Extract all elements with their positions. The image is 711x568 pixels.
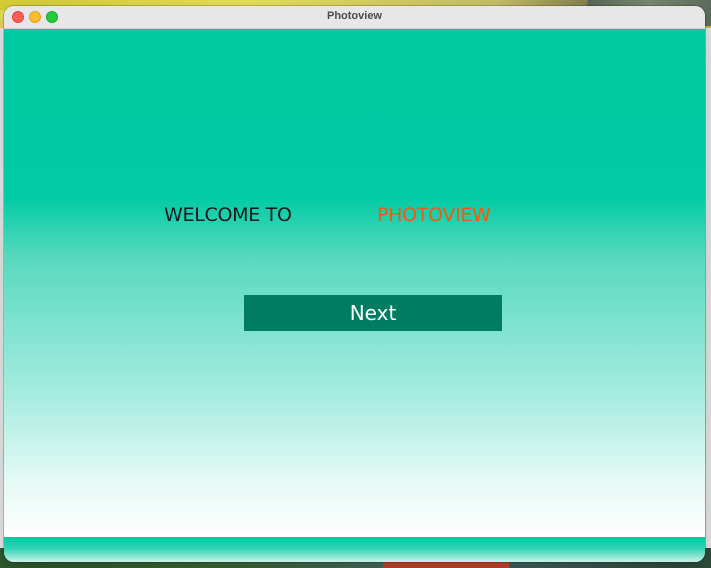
next-button[interactable]: Next (244, 295, 502, 331)
brand-name: PHOTOVIEW (377, 204, 491, 226)
title-bar[interactable]: Photoview (4, 6, 705, 29)
window-title: Photoview (326, 10, 382, 22)
welcome-screen: WELCOME TO PHOTOVIEW Next (4, 29, 705, 537)
app-window: Photoview WELCOME TO PHOTOVIEW Next (4, 6, 705, 562)
bottom-bar (4, 537, 705, 562)
background-window-right (705, 28, 711, 548)
welcome-text: WELCOME TO (164, 204, 292, 226)
